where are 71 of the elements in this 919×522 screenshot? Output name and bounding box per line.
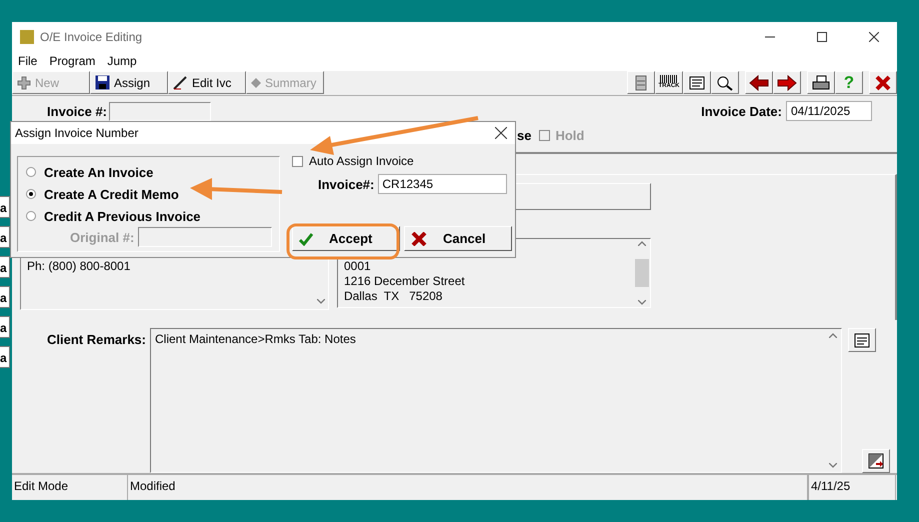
close-icon[interactable] bbox=[869, 32, 879, 42]
address-line: 1216 December Street bbox=[344, 274, 466, 289]
field-label: Invoice #: bbox=[46, 104, 107, 119]
export-icon bbox=[868, 452, 884, 469]
remarks-field[interactable]: Client Maintenance>Rmks Tab: Notes bbox=[150, 328, 842, 473]
right-arrow-icon bbox=[777, 74, 797, 91]
tab-edge[interactable]: a bbox=[0, 226, 10, 248]
tab-edge[interactable]: a bbox=[0, 196, 10, 218]
toolbar-button[interactable] bbox=[773, 71, 801, 94]
close-icon bbox=[875, 74, 891, 91]
status-cell: Modified bbox=[128, 474, 808, 500]
floppy-icon bbox=[95, 75, 110, 90]
address-line: 0001 bbox=[344, 258, 372, 274]
scroll-up-icon[interactable] bbox=[638, 240, 646, 246]
maximize-icon[interactable] bbox=[817, 32, 827, 42]
tab-edge[interactable]: a bbox=[0, 316, 10, 338]
invoice-date-field[interactable]: 04/11/2025 bbox=[786, 101, 872, 122]
diamond-icon bbox=[251, 78, 261, 88]
toolbar-button[interactable] bbox=[711, 71, 739, 94]
help-icon: ? bbox=[844, 74, 854, 92]
search-icon bbox=[716, 74, 734, 91]
menu-item[interactable]: Jump bbox=[107, 54, 137, 68]
window-title: O/E Invoice Editing bbox=[40, 30, 144, 44]
cabinet-icon bbox=[634, 74, 648, 91]
document-icon bbox=[688, 74, 706, 91]
menu-item[interactable]: Program bbox=[49, 54, 96, 68]
invoice-number-field[interactable] bbox=[109, 102, 211, 121]
app-icon bbox=[20, 30, 34, 44]
notepad-button[interactable] bbox=[848, 328, 876, 352]
printer-icon bbox=[811, 74, 831, 91]
auto-assign-checkbox[interactable]: Auto Assign Invoice bbox=[292, 154, 512, 168]
field-label: Invoice#: bbox=[318, 176, 374, 192]
invoice-number-field[interactable]: CR12345 bbox=[378, 174, 508, 194]
address-line: Dallas TX 75208 bbox=[344, 288, 444, 304]
status-cell: Edit Mode bbox=[12, 474, 128, 500]
toolbar-button[interactable]: Assign bbox=[90, 71, 168, 94]
scroll-down-icon[interactable] bbox=[829, 462, 837, 468]
original-number-field[interactable] bbox=[138, 227, 272, 247]
phone-text: Ph: (800) 800-8001 bbox=[27, 258, 130, 273]
close-icon bbox=[411, 232, 427, 246]
scroll-down-icon[interactable] bbox=[638, 300, 646, 305]
scrollbar[interactable] bbox=[634, 238, 650, 307]
check-icon bbox=[299, 232, 313, 246]
field-label: Client Remarks: bbox=[47, 332, 146, 347]
pen-icon bbox=[173, 75, 188, 90]
status-cell: 4/11/25 bbox=[808, 474, 896, 500]
plus-icon bbox=[17, 76, 31, 90]
radio-option[interactable]: Create An Invoice bbox=[26, 161, 154, 183]
radio-option[interactable]: Create A Credit Memo bbox=[26, 183, 179, 205]
menu-item[interactable]: File bbox=[18, 54, 38, 68]
export-button[interactable] bbox=[862, 448, 890, 473]
close-icon[interactable] bbox=[495, 127, 507, 139]
field-label: se bbox=[517, 128, 532, 143]
toolbar-button[interactable]: Edit Ivc bbox=[168, 71, 246, 94]
tab-edge[interactable]: a bbox=[0, 286, 10, 308]
field-label: Original #: bbox=[70, 230, 134, 244]
scroll-up-icon[interactable] bbox=[829, 332, 837, 338]
accept-button[interactable]: Accept bbox=[292, 226, 400, 251]
scroll-down-icon[interactable] bbox=[316, 298, 325, 304]
tab-edge[interactable]: a bbox=[0, 346, 10, 368]
dialog-title: Assign Invoice Number bbox=[15, 126, 140, 140]
tab-edge[interactable]: a bbox=[0, 256, 10, 278]
toolbar-button[interactable] bbox=[683, 71, 711, 94]
radio-option[interactable]: Credit A Previous Invoice bbox=[26, 205, 201, 227]
field-label: Invoice Date: bbox=[701, 104, 782, 119]
cancel-button[interactable]: Cancel bbox=[404, 226, 512, 251]
toolbar-button[interactable] bbox=[869, 71, 897, 94]
toolbar-button[interactable] bbox=[745, 71, 773, 94]
notepad-icon bbox=[853, 332, 871, 348]
left-arrow-icon bbox=[749, 74, 769, 91]
toolbar-button[interactable] bbox=[807, 71, 835, 94]
